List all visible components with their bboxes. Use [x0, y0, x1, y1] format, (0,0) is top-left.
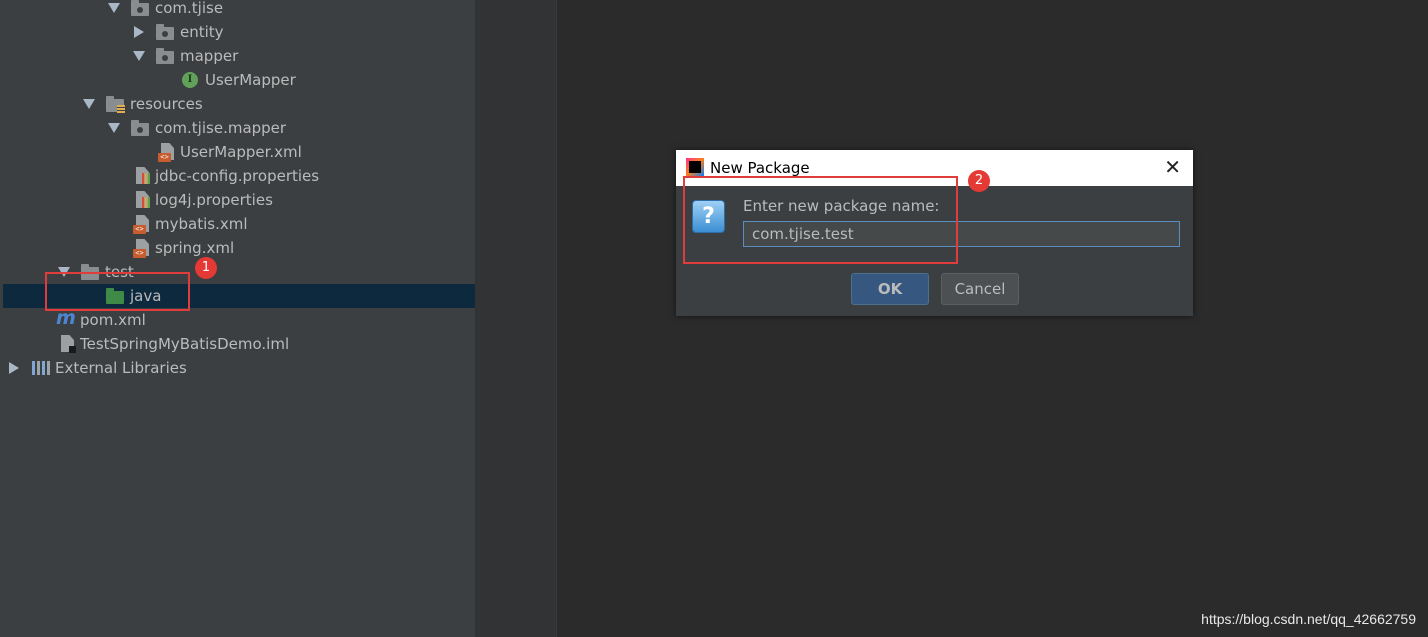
tree-item-label: jdbc-config.properties: [155, 167, 320, 185]
package-folder-icon: [131, 0, 149, 16]
libraries-icon: [32, 361, 50, 375]
properties-bars-icon: [142, 173, 151, 184]
tree-item-label: com.tjise.mapper: [155, 119, 287, 137]
dialog-title: New Package: [710, 159, 810, 177]
interface-icon: I: [182, 72, 198, 88]
xml-badge-icon: <>: [133, 225, 146, 234]
expand-arrow-icon[interactable]: [108, 123, 120, 133]
close-icon[interactable]: ✕: [1164, 156, 1181, 178]
tree-item-label: UserMapper: [205, 71, 296, 89]
tree-item-label: pom.xml: [80, 311, 146, 329]
tree-item-com-tjise[interactable]: com.tjise: [3, 0, 475, 20]
side-gutter: [476, 0, 557, 637]
tree-item-entity[interactable]: entity: [3, 20, 475, 44]
tree-item-iml[interactable]: TestSpringMyBatisDemo.iml: [3, 332, 475, 356]
annotation-badge-2: 2: [968, 170, 990, 192]
tree-item-label: spring.xml: [155, 239, 235, 257]
collapse-arrow-icon[interactable]: [9, 362, 19, 374]
properties-bars-icon: [142, 197, 151, 208]
tree-item-label: UserMapper.xml: [180, 143, 302, 161]
tree-item-label: entity: [180, 23, 224, 41]
tree-item-label: com.tjise: [155, 0, 224, 17]
tree-item-usermapper[interactable]: I UserMapper: [3, 68, 475, 92]
xml-badge-icon: <>: [158, 153, 171, 162]
tree-item-pom-xml[interactable]: m pom.xml: [3, 307, 475, 332]
expand-arrow-icon[interactable]: [83, 99, 95, 109]
tree-item-label: External Libraries: [55, 359, 187, 377]
annotation-box-1: [45, 272, 190, 311]
project-tree-panel: com.tjise entity mapper I UserMapper res…: [0, 0, 476, 637]
tree-item-label: TestSpringMyBatisDemo.iml: [80, 335, 290, 353]
watermark: https://blog.csdn.net/qq_42662759: [1201, 611, 1416, 627]
tree-item-label: mapper: [180, 47, 239, 65]
tree-item-mapper[interactable]: mapper: [3, 44, 475, 68]
intellij-logo-icon: [686, 158, 704, 176]
package-folder-icon: [156, 48, 174, 64]
tree-item-mybatis-xml[interactable]: <> mybatis.xml: [3, 212, 475, 236]
ok-button[interactable]: OK: [851, 273, 929, 305]
expand-arrow-icon[interactable]: [133, 51, 145, 61]
package-folder-icon: [131, 120, 149, 136]
tree-item-log4j[interactable]: log4j.properties: [3, 188, 475, 212]
iml-badge-icon: [69, 346, 76, 353]
cancel-button[interactable]: Cancel: [941, 273, 1019, 305]
xml-badge-icon: <>: [133, 249, 146, 258]
expand-arrow-icon[interactable]: [108, 3, 120, 13]
tree-item-label: mybatis.xml: [155, 215, 248, 233]
tree-item-com-tjise-mapper[interactable]: com.tjise.mapper: [3, 116, 475, 140]
tree-item-external-libraries[interactable]: External Libraries: [3, 356, 475, 380]
tree-item-label: resources: [130, 95, 203, 113]
package-folder-icon: [156, 24, 174, 40]
tree-item-resources[interactable]: resources: [3, 92, 475, 116]
new-package-dialog: New Package ✕ ? Enter new package name: …: [676, 150, 1193, 316]
tree-item-usermapper-xml[interactable]: <> UserMapper.xml: [3, 140, 475, 164]
collapse-arrow-icon[interactable]: [134, 26, 144, 38]
annotation-badge-1: 1: [195, 257, 217, 279]
tree-item-jdbc-config[interactable]: jdbc-config.properties: [3, 164, 475, 188]
tree-item-label: log4j.properties: [155, 191, 273, 209]
tree-item-spring-xml[interactable]: <> spring.xml: [3, 236, 475, 260]
resources-folder-icon: [106, 96, 125, 113]
annotation-box-2: [683, 176, 958, 264]
